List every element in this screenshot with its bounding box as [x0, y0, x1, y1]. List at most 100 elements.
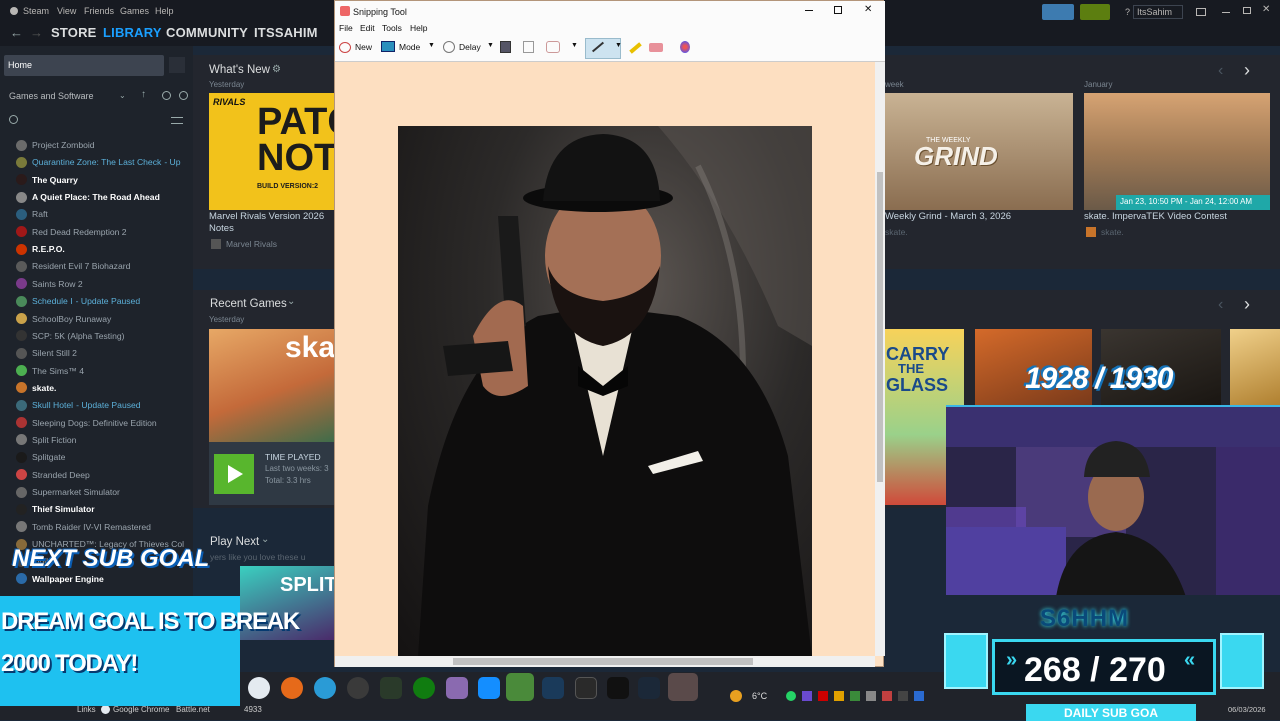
game-list-item[interactable]: Tomb Raider IV-VI Remastered [16, 519, 151, 535]
menu-tools[interactable]: Tools [382, 23, 402, 33]
gear-icon[interactable]: ⚙ [272, 64, 281, 75]
menu-friends[interactable]: Friends [84, 6, 114, 16]
nav-community[interactable]: COMMUNITY [166, 25, 248, 40]
game-list-item[interactable]: Skull Hotel - Update Paused [16, 397, 141, 413]
copy-icon[interactable] [523, 41, 534, 53]
game-list-item[interactable]: Thief Simulator [16, 501, 95, 517]
nav-profile[interactable]: ITSSAHIM [254, 25, 318, 40]
play-next-title[interactable]: Play Next [210, 536, 259, 548]
tray-app-icon[interactable] [898, 691, 908, 701]
dropdown-arrow-icon[interactable]: ▼ [428, 42, 435, 49]
mode-icon[interactable] [381, 41, 395, 52]
nav-library[interactable]: LIBRARY [103, 25, 162, 40]
game-list-item[interactable]: Quarantine Zone: The Last Check - Up [16, 154, 181, 170]
minimize-icon[interactable] [1222, 12, 1230, 13]
firefox-icon[interactable] [281, 677, 303, 699]
advanced-filter-icon[interactable] [171, 117, 183, 124]
menu-games[interactable]: Games [120, 6, 149, 16]
game-list-item[interactable]: Project Zomboid [16, 137, 95, 153]
scroll-thumb[interactable] [453, 658, 753, 665]
scroll-thumb[interactable] [877, 172, 883, 482]
game-list-item[interactable]: Raft [16, 206, 48, 222]
news-card-title[interactable]: Weekly Grind - March 3, 2026 [885, 211, 1011, 222]
eraser-icon[interactable] [649, 43, 663, 52]
minimize-icon[interactable] [805, 10, 813, 11]
chrome-icon[interactable] [248, 677, 270, 699]
menu-help[interactable]: Help [410, 23, 427, 33]
announcements-button[interactable] [1042, 4, 1074, 20]
app-icon[interactable] [380, 677, 402, 699]
maximize-icon[interactable] [834, 6, 842, 14]
close-icon[interactable]: ✕ [864, 4, 872, 15]
recent-game-art[interactable]: ska [209, 329, 334, 442]
recent-game-art[interactable] [1230, 329, 1280, 405]
razer-icon[interactable] [506, 673, 534, 701]
game-list-item[interactable]: Sleeping Dogs: Definitive Edition [16, 415, 157, 431]
snipping-tool-taskbar-icon[interactable] [668, 673, 698, 701]
game-list-item[interactable]: SchoolBoy Runaway [16, 311, 111, 327]
play-filter-icon[interactable] [179, 91, 188, 100]
send-snip-icon[interactable] [546, 41, 560, 53]
new-button[interactable]: New [355, 42, 372, 52]
game-list-item[interactable]: The Quarry [16, 172, 78, 188]
xbox-icon[interactable] [413, 677, 435, 699]
news-card-title[interactable]: Marvel Rivals Version 2026 [209, 211, 334, 222]
back-arrow-icon[interactable]: ← [10, 25, 23, 40]
chevron-down-icon[interactable]: ⌄ [261, 534, 269, 545]
dropdown-arrow-icon[interactable]: ▼ [571, 42, 578, 49]
tray-app-icon[interactable] [834, 691, 844, 701]
news-card-title[interactable]: skate. ImpervaTEK Video Contest [1084, 211, 1227, 222]
new-snip-icon[interactable] [339, 42, 351, 53]
help-icon[interactable]: ? [1125, 7, 1130, 17]
news-card-image[interactable]: RIVALS PATC NOT BUILD VERSION:2 [209, 93, 334, 210]
game-list-item[interactable]: Resident Evil 7 Biohazard [16, 258, 130, 274]
news-card-game[interactable]: skate. [885, 227, 908, 237]
whats-new-title[interactable]: What's New [209, 64, 270, 76]
dropdown-arrow-icon[interactable]: ▼ [487, 42, 494, 49]
tray-app-icon[interactable] [850, 691, 860, 701]
news-card-game[interactable]: skate. [1101, 227, 1124, 237]
game-list-item[interactable]: A Quiet Place: The Road Ahead [16, 189, 160, 205]
game-list-item[interactable]: Stranded Deep [16, 467, 90, 483]
delay-clock-icon[interactable] [443, 41, 455, 53]
nav-store[interactable]: STORE [51, 25, 97, 40]
news-card-image[interactable]: Jan 23, 10:50 PM - Jan 24, 12:00 AM [1084, 93, 1270, 210]
menu-edit[interactable]: Edit [360, 23, 375, 33]
tray-app-icon[interactable] [802, 691, 812, 701]
home-button[interactable]: Home [4, 55, 164, 76]
chevron-down-icon[interactable]: ⌄ [287, 296, 295, 307]
next-arrow-icon[interactable]: › [1244, 294, 1250, 315]
game-list-item[interactable]: The Sims™ 4 [16, 363, 84, 379]
mode-button[interactable]: Mode [399, 42, 420, 52]
game-list-item[interactable]: Silent Still 2 [16, 345, 77, 361]
menu-help[interactable]: Help [155, 6, 174, 16]
delay-button[interactable]: Delay [459, 42, 481, 52]
prev-arrow-icon[interactable]: ‹ [1218, 62, 1223, 80]
taskbar-chrome[interactable]: Google Chrome [113, 705, 169, 714]
save-icon[interactable] [500, 41, 511, 53]
forward-arrow-icon[interactable]: → [30, 25, 43, 40]
horizontal-scrollbar[interactable] [335, 656, 875, 667]
game-list-item[interactable]: Splitgate [16, 449, 65, 465]
menu-view[interactable]: View [57, 6, 76, 16]
big-picture-icon[interactable] [1196, 8, 1206, 16]
tray-app-icon[interactable] [914, 691, 924, 701]
call-of-duty-icon[interactable] [607, 677, 629, 699]
chevron-down-icon[interactable]: ⌄ [119, 91, 126, 100]
dropdown-arrow-icon[interactable]: ▼ [615, 42, 622, 49]
obs-icon[interactable] [347, 677, 369, 699]
search-icon[interactable] [9, 115, 18, 124]
whatsapp-icon[interactable] [786, 691, 796, 701]
tray-app-icon[interactable] [866, 691, 876, 701]
next-arrow-icon[interactable]: › [1244, 60, 1250, 81]
tray-app-icon[interactable] [882, 691, 892, 701]
news-card-game[interactable]: Marvel Rivals [226, 239, 277, 249]
battlenet-icon[interactable] [478, 677, 500, 699]
filter-dropdown[interactable]: Games and Software [4, 88, 132, 104]
game-list-item[interactable]: Saints Row 2 [16, 276, 83, 292]
game-list-item[interactable]: Split Fiction [16, 432, 76, 448]
taskbar-battlenet[interactable]: Battle.net [176, 705, 210, 714]
recent-clock-icon[interactable] [162, 91, 171, 100]
highlighter-icon[interactable] [629, 42, 642, 54]
app-icon[interactable] [542, 677, 564, 699]
